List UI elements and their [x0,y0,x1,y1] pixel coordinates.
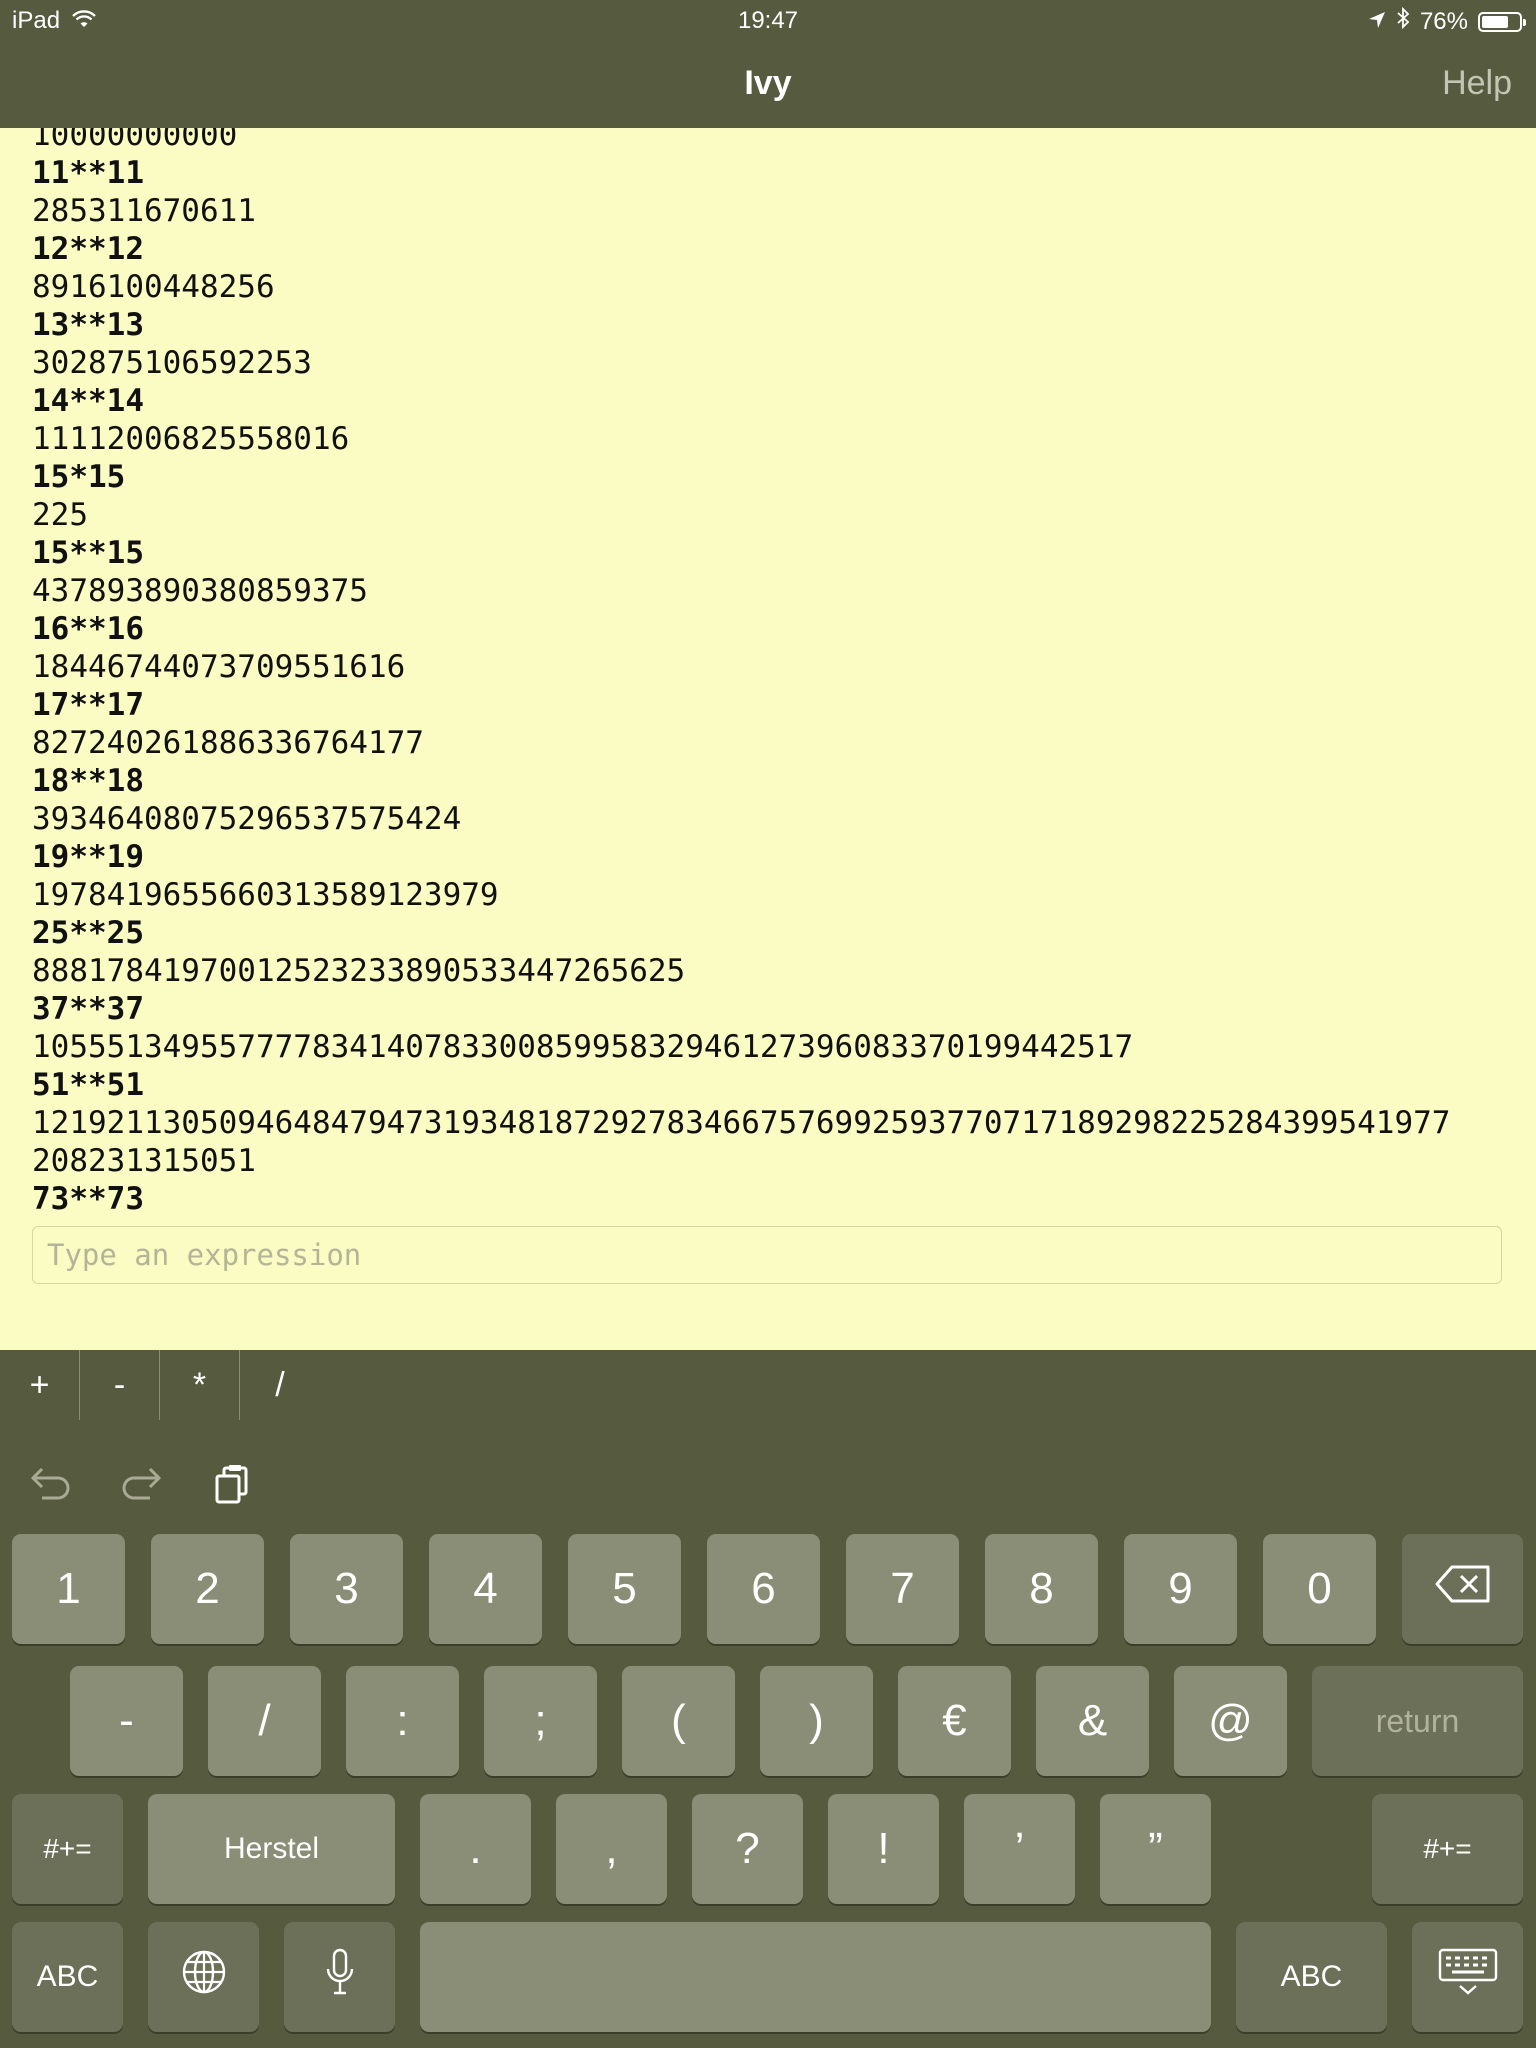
key-0[interactable]: 0 [1263,1534,1376,1644]
return-key[interactable]: return [1312,1666,1523,1776]
key-colon[interactable]: : [346,1666,459,1776]
more-symbols-key-left[interactable]: #+= [12,1794,123,1904]
key-exclamation[interactable]: ! [828,1794,939,1904]
backspace-icon [1434,1564,1492,1615]
key-period[interactable]: . [420,1794,531,1904]
key-close-paren[interactable]: ) [760,1666,873,1776]
log-input-line: 19**19 [32,839,144,875]
backspace-key[interactable] [1402,1534,1523,1644]
operator-multiply-button[interactable]: * [160,1350,240,1420]
battery-fill [1482,15,1509,28]
more-symbols-key-right[interactable]: #+= [1372,1794,1523,1904]
log-input-line: 11**11 [32,155,144,191]
console-area[interactable]: 10000000000 11**11 285311670611 12**12 89161… [0,128,1536,1350]
log-output-line: 11112006825558016 [32,421,350,457]
dictation-key[interactable] [284,1922,395,2032]
clock: 19:47 [737,7,799,34]
log-output-line: 1219211305094648479473193481872927834667… [32,1105,1451,1141]
key-at[interactable]: @ [1174,1666,1287,1776]
key-5[interactable]: 5 [568,1534,681,1644]
key-euro[interactable]: € [898,1666,1011,1776]
navigation-bar: Ivy Help [0,42,1536,128]
key-ampersand[interactable]: & [1036,1666,1149,1776]
log-input-line: 15*15 [32,459,126,495]
log-output-line: 208231315051 [32,1143,256,1179]
log-input-line: 25**25 [32,915,144,951]
log-input-line: 51**51 [32,1067,144,1103]
app-title: Ivy [744,64,792,102]
log-input-line: 12**12 [32,231,144,267]
log-output-line: 1978419655660313589123979 [32,877,499,913]
key-apostrophe[interactable]: ’ [964,1794,1075,1904]
log-output-line: 437893890380859375 [32,573,368,609]
log-output-line: 8916100448256 [32,269,275,305]
operator-plus-button[interactable]: + [0,1350,80,1420]
abc-key-right[interactable]: ABC [1236,1922,1387,2032]
key-question[interactable]: ? [692,1794,803,1904]
log-output-line: 10000000000 [32,128,238,153]
log-output-line: 302875106592253 [32,345,312,381]
microphone-icon [325,1947,355,2008]
status-bar: iPad 19:47 76% [0,0,1536,42]
battery-percent: 76% [1419,7,1468,35]
key-1[interactable]: 1 [12,1534,125,1644]
log-output-line: 39346408075296537575424 [32,801,462,837]
log-input-line: 73**73 [32,1181,144,1217]
battery-icon [1478,11,1526,32]
globe-icon [181,1949,227,2006]
key-4[interactable]: 4 [429,1534,542,1644]
key-2[interactable]: 2 [151,1534,264,1644]
key-6[interactable]: 6 [707,1534,820,1644]
undo-icon[interactable] [24,1458,76,1510]
key-slash[interactable]: / [208,1666,321,1776]
log-output-line: 88817841970012523233890533447265625 [32,953,686,989]
key-quote[interactable]: ” [1100,1794,1211,1904]
keyboard: 1 2 3 4 5 6 7 8 9 0 - / : ; ( ) € & @ re… [0,1420,1536,2048]
log-input-line: 18**18 [32,763,144,799]
status-right: 76% [1368,6,1526,36]
bluetooth-icon [1396,6,1410,36]
key-3[interactable]: 3 [290,1534,403,1644]
paste-icon[interactable] [208,1458,260,1510]
log-input-line: 14**14 [32,383,144,419]
help-button[interactable]: Help [1442,64,1512,103]
log-input-line: 17**17 [32,687,144,723]
operator-divide-button[interactable]: / [240,1350,320,1420]
space-key[interactable] [420,1922,1211,2032]
location-arrow-icon [1368,8,1386,36]
key-dash[interactable]: - [70,1666,183,1776]
log-output-line: 827240261886336764177 [32,725,424,761]
log-output-line: 1055513495577778341407833008599583294612… [32,1029,1134,1065]
log-output-line: 225 [32,497,88,533]
keyboard-dismiss-icon [1436,1947,1500,2008]
key-8[interactable]: 8 [985,1534,1098,1644]
redo-icon[interactable] [116,1458,168,1510]
key-9[interactable]: 9 [1124,1534,1237,1644]
undo-key[interactable]: Herstel [148,1794,395,1904]
log-input-line: 15**15 [32,535,144,571]
key-open-paren[interactable]: ( [622,1666,735,1776]
operator-minus-button[interactable]: - [80,1350,160,1420]
operator-bar: + - * / [0,1350,1536,1420]
output-log: 10000000000 11**11 285311670611 12**12 89161… [32,128,1450,1218]
key-7[interactable]: 7 [846,1534,959,1644]
abc-key-left[interactable]: ABC [12,1922,123,2032]
log-input-line: 16**16 [32,611,144,647]
log-input-line: 13**13 [32,307,144,343]
log-output-line: 285311670611 [32,193,256,229]
globe-key[interactable] [148,1922,259,2032]
key-comma[interactable]: , [556,1794,667,1904]
key-semicolon[interactable]: ; [484,1666,597,1776]
expression-input[interactable] [32,1226,1502,1284]
log-output-line: 18446744073709551616 [32,649,406,685]
dismiss-keyboard-key[interactable] [1412,1922,1523,2032]
log-input-line: 37**37 [32,991,144,1027]
